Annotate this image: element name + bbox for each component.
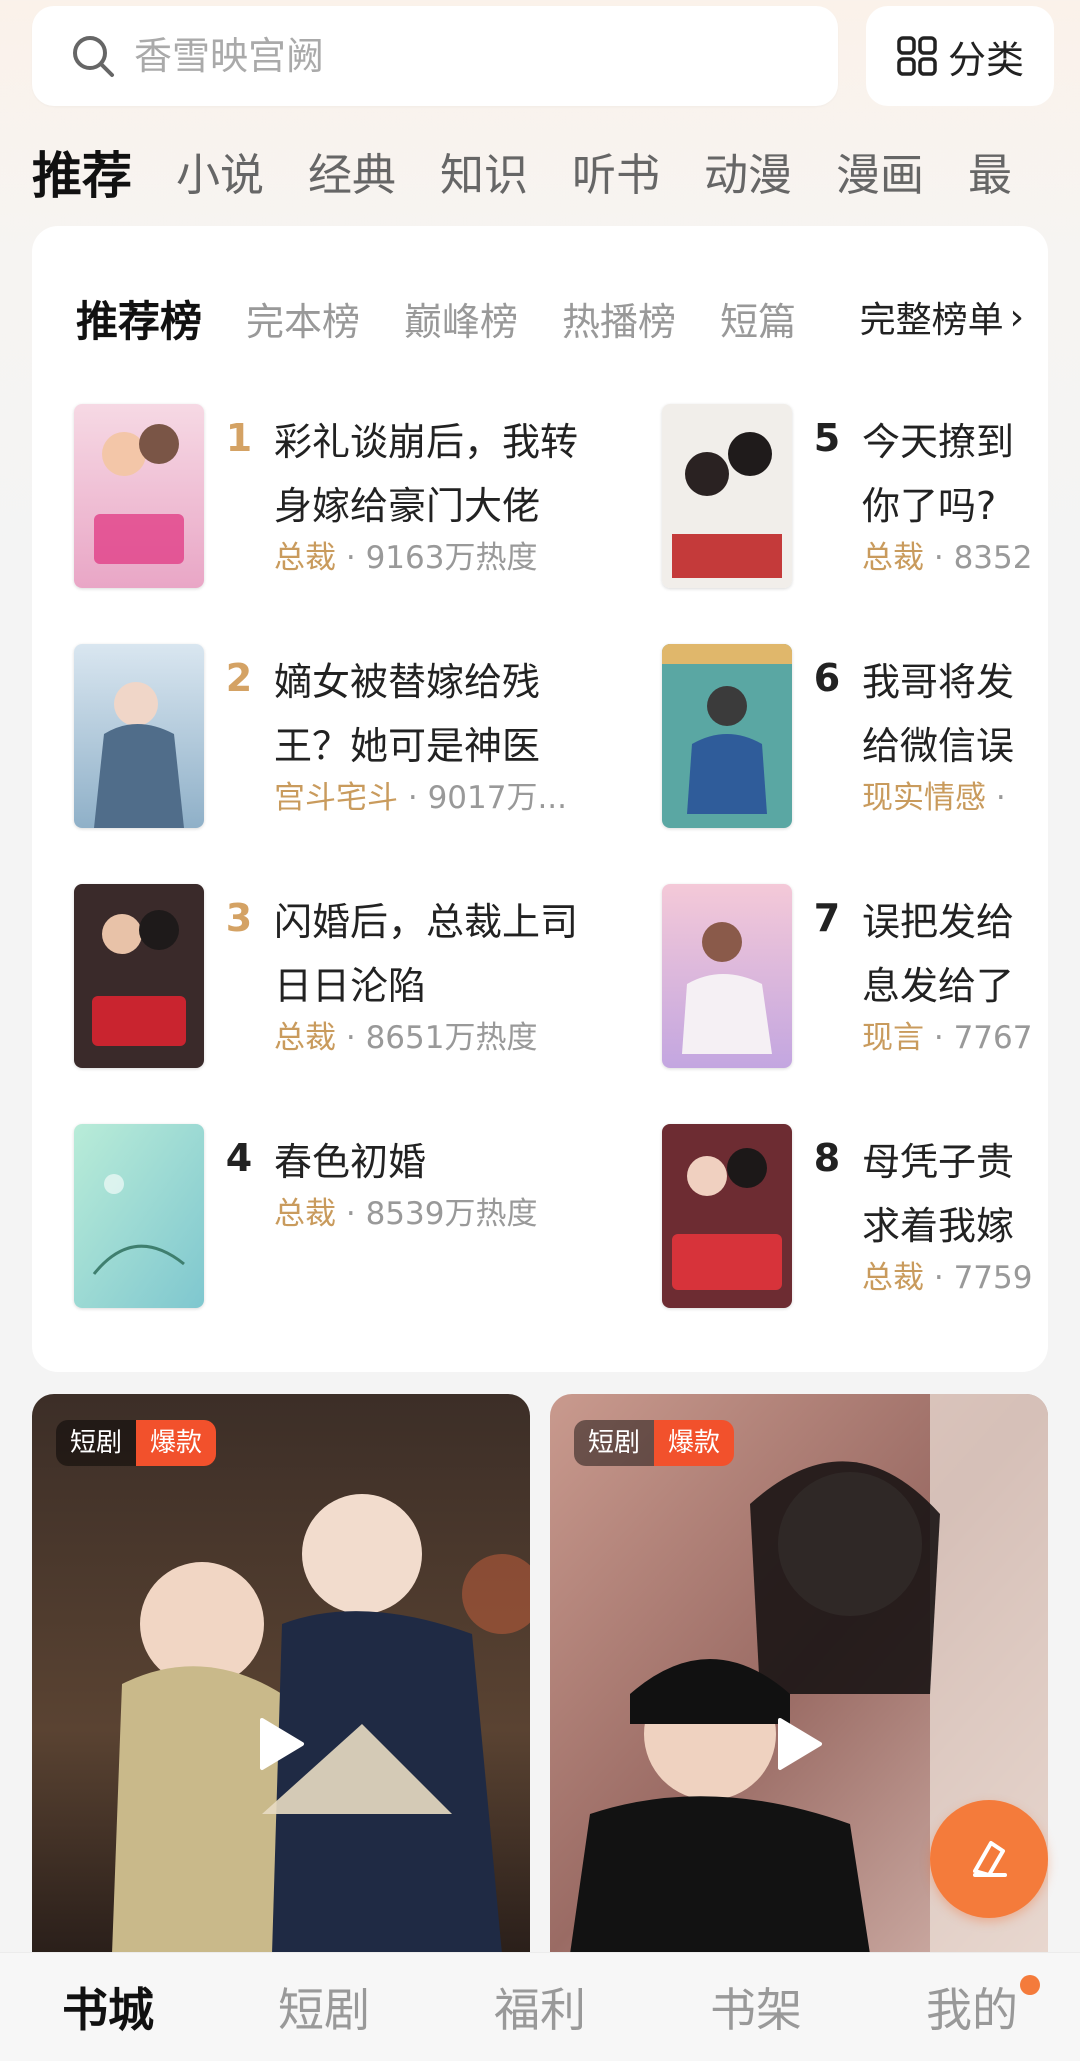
nav-bookshelf[interactable]: 书架 xyxy=(648,1974,864,2040)
book-meta: 总裁 · 9163万热度 xyxy=(274,540,538,576)
book-title: 彩礼谈崩后，我转身嫁给豪门大佬 xyxy=(274,420,579,528)
book-heat: 7767 xyxy=(953,1020,1033,1056)
book-cover xyxy=(662,884,792,1068)
rank-number: 5 xyxy=(813,416,841,460)
chevron-right-icon: › xyxy=(1009,296,1024,338)
nav-welfare[interactable]: 福利 xyxy=(432,1974,648,2040)
book-title: 我哥将发给微信误发给 xyxy=(862,660,1015,768)
book-cover xyxy=(662,644,792,828)
search-input[interactable] xyxy=(134,34,734,78)
book-item[interactable]: 3 闪婚后，总裁上司日日沦陷 总裁 · 8651万热度 xyxy=(74,884,578,1074)
book-title: 嫡女被替嫁给残王？她可是神医 xyxy=(274,660,541,768)
book-meta: 总裁 · 8352 xyxy=(862,540,1033,576)
drama-badge: 短剧 爆款 xyxy=(574,1420,735,1466)
tab-novel[interactable]: 小说 xyxy=(176,144,264,208)
play-icon[interactable] xyxy=(774,1716,824,1772)
nav-short-drama[interactable]: 短剧 xyxy=(216,1974,432,2040)
book-item[interactable]: 8 母凭子贵求着我嫁 总裁 · 7759 xyxy=(662,1124,1048,1314)
book-cover xyxy=(74,404,204,588)
grid-icon xyxy=(897,36,937,76)
badge-hot: 爆款 xyxy=(136,1420,217,1466)
rank-number: 4 xyxy=(225,1136,253,1180)
book-meta: 总裁 · 8651万热度 xyxy=(274,1020,538,1056)
notification-dot xyxy=(1020,1975,1040,1995)
pen-icon xyxy=(973,1841,1007,1877)
badge-type: 短剧 xyxy=(574,1420,655,1466)
rank-tab-completed[interactable]: 完本榜 xyxy=(246,291,360,346)
book-cover xyxy=(662,1124,792,1308)
book-title: 误把发给息发给了 xyxy=(862,900,1015,1008)
floating-write-button[interactable] xyxy=(930,1800,1048,1918)
bottom-nav: 书城 短剧 福利 书架 我的 xyxy=(0,1952,1080,2061)
book-tag: 总裁 xyxy=(274,540,336,576)
book-item[interactable]: 4 春色初婚 总裁 · 8539万热度 xyxy=(74,1124,537,1314)
search-icon xyxy=(73,36,114,77)
book-title: 母凭子贵求着我嫁 xyxy=(862,1140,1015,1248)
book-tag: 总裁 xyxy=(862,1260,924,1296)
play-icon[interactable] xyxy=(256,1716,306,1772)
book-title: 春色初婚 xyxy=(274,1140,427,1184)
drama-card[interactable]: 短剧 爆款 xyxy=(32,1394,530,1954)
rank-tab-peak[interactable]: 巅峰榜 xyxy=(404,291,518,346)
drama-poster xyxy=(32,1394,530,1954)
book-heat: 8352 xyxy=(953,540,1033,576)
tab-recommend[interactable]: 推荐 xyxy=(32,144,132,208)
book-cover xyxy=(74,1124,204,1308)
book-tag: 宫斗宅斗 xyxy=(274,780,398,816)
ranking-card: 推荐榜 完本榜 巅峰榜 热播榜 短篇 完整榜单 › 1 彩礼谈崩后，我转身嫁给豪… xyxy=(32,226,1048,1372)
search-bar[interactable] xyxy=(32,6,838,106)
nav-bookstore[interactable]: 书城 xyxy=(0,1974,216,2040)
full-list-link[interactable]: 完整榜单 › xyxy=(823,282,1024,352)
rank-number: 2 xyxy=(225,656,253,700)
rank-number: 7 xyxy=(813,896,841,940)
book-meta: 总裁 · 7759 xyxy=(862,1260,1033,1296)
rank-tab-short[interactable]: 短篇 xyxy=(720,291,796,346)
book-cover xyxy=(662,404,792,588)
rank-number: 1 xyxy=(225,416,253,460)
book-tag: 现实情感 xyxy=(862,780,986,816)
book-item[interactable]: 1 彩礼谈崩后，我转身嫁给豪门大佬 总裁 · 9163万热度 xyxy=(74,404,578,594)
tab-audiobook[interactable]: 听书 xyxy=(572,144,660,208)
category-button[interactable]: 分类 xyxy=(866,6,1054,106)
book-heat: 9017万... xyxy=(427,780,568,816)
book-tag: 总裁 xyxy=(274,1196,336,1232)
badge-hot: 爆款 xyxy=(654,1420,735,1466)
book-item[interactable]: 5 今天撩到你了吗? 总裁 · 8352 xyxy=(662,404,1048,594)
rank-tab-recommend[interactable]: 推荐榜 xyxy=(76,288,202,348)
book-tag: 现言 xyxy=(862,1020,924,1056)
tab-anime[interactable]: 动漫 xyxy=(704,144,792,208)
rank-number: 6 xyxy=(813,656,841,700)
tab-classic[interactable]: 经典 xyxy=(308,144,396,208)
category-label: 分类 xyxy=(947,37,1024,82)
book-meta: 宫斗宅斗 · 9017万... xyxy=(274,780,568,816)
book-meta: 总裁 · 8539万热度 xyxy=(274,1196,538,1232)
tab-knowledge[interactable]: 知识 xyxy=(440,144,528,208)
book-title: 闪婚后，总裁上司日日沦陷 xyxy=(274,900,579,1008)
nav-mine[interactable]: 我的 xyxy=(864,1974,1080,2040)
badge-type: 短剧 xyxy=(56,1420,137,1466)
rank-number: 3 xyxy=(225,896,253,940)
book-tag: 总裁 xyxy=(862,540,924,576)
book-meta: 现实情感 · xyxy=(862,780,1006,816)
book-heat: 8651万热度 xyxy=(365,1020,538,1056)
book-title: 今天撩到你了吗? xyxy=(862,420,1015,528)
tab-comic[interactable]: 漫画 xyxy=(836,144,924,208)
rank-tab-hot[interactable]: 热播榜 xyxy=(562,291,676,346)
full-list-label: 完整榜单 xyxy=(859,300,1004,341)
book-tag: 总裁 xyxy=(274,1020,336,1056)
tab-latest[interactable]: 最 xyxy=(968,144,1012,208)
book-item[interactable]: 7 误把发给息发给了 现言 · 7767 xyxy=(662,884,1048,1074)
book-item[interactable]: 2 嫡女被替嫁给残王？她可是神医 宫斗宅斗 · 9017万... xyxy=(74,644,567,834)
rank-number: 8 xyxy=(813,1136,841,1180)
drama-badge: 短剧 爆款 xyxy=(56,1420,217,1466)
book-heat: 7759 xyxy=(953,1260,1033,1296)
channel-tabs: 推荐 小说 经典 知识 听书 动漫 漫画 最 xyxy=(32,138,1080,208)
book-cover xyxy=(74,884,204,1068)
book-heat: 9163万热度 xyxy=(365,540,538,576)
book-heat: 8539万热度 xyxy=(365,1196,538,1232)
book-meta: 现言 · 7767 xyxy=(862,1020,1033,1056)
book-item[interactable]: 6 我哥将发给微信误发给 现实情感 · xyxy=(662,644,1048,834)
book-cover xyxy=(74,644,204,828)
